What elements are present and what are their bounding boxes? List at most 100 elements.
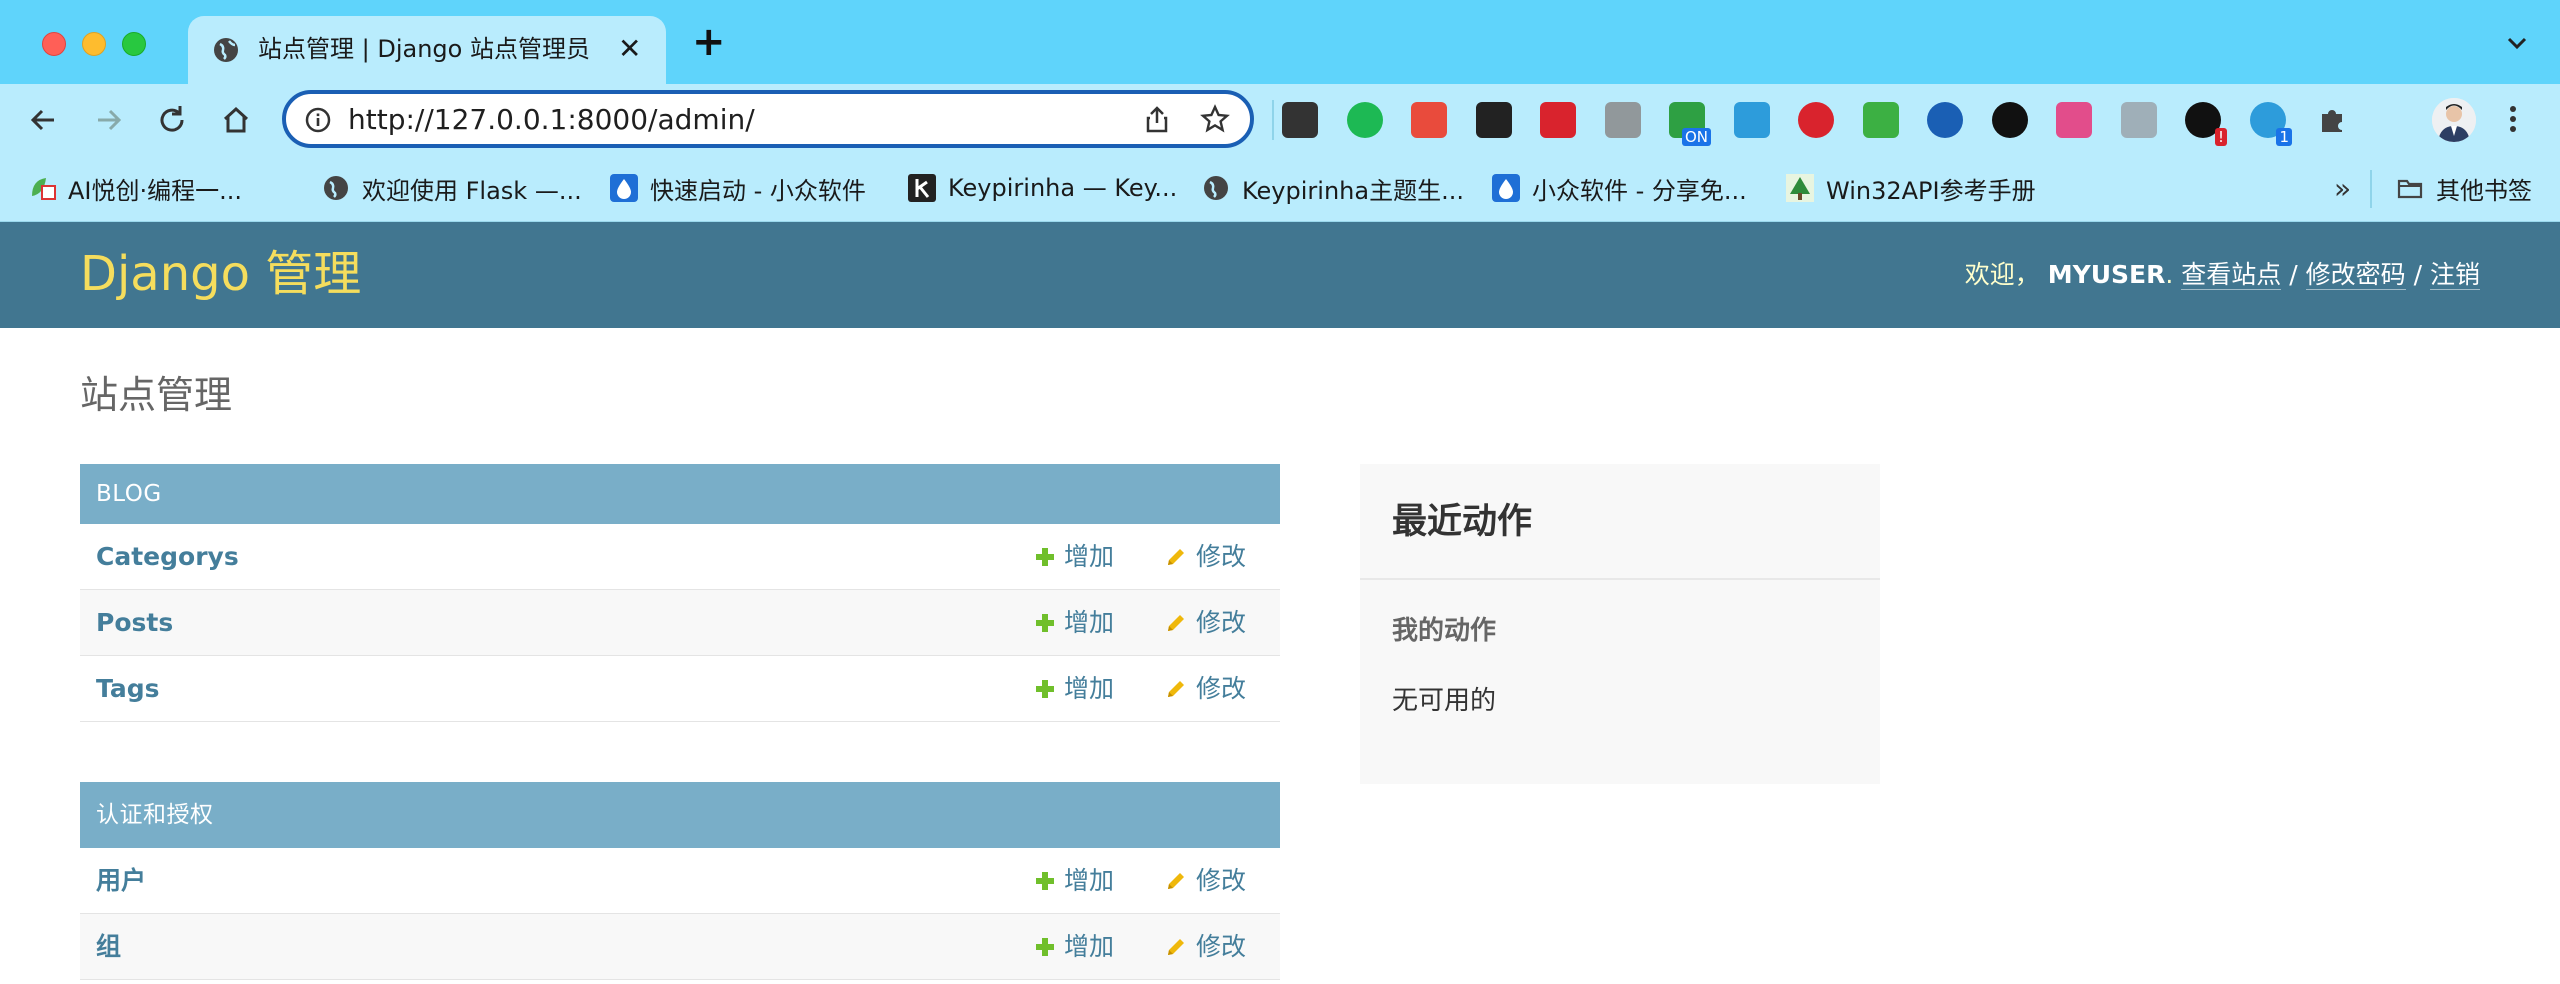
add-link[interactable]: 增加 [1034,540,1114,574]
model-link[interactable]: Categorys [96,540,239,574]
recent-actions-panel: 最近动作 我的动作 无可用的 [1360,464,1880,784]
chevron-down-icon[interactable] [2504,30,2530,56]
pinwheel-icon[interactable] [2056,102,2092,138]
change-link[interactable]: 修改 [1164,864,1246,898]
bird-icon[interactable]: ! [2185,102,2227,146]
reload-icon[interactable] [152,100,192,140]
model-link[interactable]: Posts [96,606,173,640]
active-tab[interactable]: 站点管理 | Django 站点管理员 ✕ [188,16,666,84]
pencil-icon [1168,549,1184,565]
tampermonkey-icon[interactable] [1476,102,1512,138]
close-window-button[interactable] [42,32,66,56]
bookmark-label: 快速启动 - 小众软件 [650,176,866,205]
url-text[interactable]: http://127.0.0.1:8000/admin/ [348,102,755,138]
bookmark-label: 欢迎使用 Flask —... [362,176,582,205]
model-row-categorys: Categorys 增加 修改 [80,524,1280,590]
extension-badge: ! [2214,128,2227,146]
home-icon[interactable] [216,100,256,140]
more-menu-icon[interactable] [2508,104,2518,134]
drop-icon [610,174,638,202]
model-link[interactable]: Tags [96,672,159,706]
change-password-link[interactable]: 修改密码 [2305,260,2406,290]
back-arrow-icon[interactable] [24,100,64,140]
bookmark-label: AI悦创·编程一... [68,176,243,205]
translate-icon[interactable]: 1 [2250,102,2292,146]
app-caption[interactable]: 认证和授权 [80,782,1280,848]
bookmark-item[interactable]: Win32API参考手册 [1786,170,2036,206]
bookmark-item[interactable]: Keypirinha主题生... [1202,170,1464,206]
pencil-icon [1168,873,1184,889]
page-title: 站点管理 [80,373,233,417]
forward-arrow-icon[interactable] [88,100,128,140]
profile-avatar[interactable] [2432,98,2476,142]
change-link[interactable]: 修改 [1164,930,1246,964]
model-link[interactable]: 组 [96,930,121,964]
tree-icon [1786,174,1814,202]
zoom-window-button[interactable] [122,32,146,56]
change-label: 修改 [1196,866,1247,895]
change-label: 修改 [1196,932,1247,961]
new-tab-button[interactable]: + [692,22,726,62]
bookmark-item[interactable]: 快速启动 - 小众软件 [610,170,866,206]
change-link[interactable]: 修改 [1164,672,1246,706]
tab-title: 站点管理 | Django 站点管理员 [258,35,590,63]
shield-check-icon[interactable] [1863,102,1899,138]
bookmark-item[interactable]: 欢迎使用 Flask —... [322,170,582,206]
model-link[interactable]: 用户 [96,864,146,898]
bookmark-item[interactable]: Keypirinha — Key... [908,170,1177,206]
change-label: 修改 [1196,608,1247,637]
camera-icon[interactable] [1605,102,1641,138]
plus-icon [1036,548,1054,566]
view-site-link[interactable]: 查看站点 [2181,260,2282,290]
x-icon[interactable] [1282,102,1318,138]
add-label: 增加 [1064,932,1115,961]
nuxt-icon[interactable] [1347,102,1383,138]
more-bookmarks-button[interactable]: » [2334,172,2351,205]
add-label: 增加 [1064,866,1115,895]
add-label: 增加 [1064,608,1115,637]
info-on-icon[interactable]: ON [1669,102,1711,146]
logout-link[interactable]: 注销 [2429,260,2480,290]
leaf-calendar-icon [32,178,56,200]
model-row-posts: Posts 增加 修改 [80,590,1280,656]
django-header: Django 管理 欢迎， MYUSER. 查看站点 / 修改密码 / 注销 [0,222,2560,328]
grid-icon[interactable] [1411,102,1447,138]
other-bookmarks-folder[interactable]: 其他书签 [2396,170,2532,206]
info-icon[interactable] [304,106,332,134]
browser-toolbar: http://127.0.0.1:8000/admin/ [0,84,2560,156]
close-tab-icon[interactable]: ✕ [618,32,641,66]
globe-icon [1204,176,1228,200]
bookmark-item[interactable]: AI悦创·编程一... [28,170,242,206]
user-tools: 欢迎， MYUSER. 查看站点 / 修改密码 / 注销 [1965,258,2480,292]
separator: / [2413,260,2423,289]
app-caption[interactable]: BLOG [80,464,1280,524]
model-row-users: 用户 增加 修改 [80,848,1280,914]
triangle-icon[interactable] [1927,102,1963,138]
star-icon[interactable] [1200,104,1230,134]
share-icon[interactable] [1142,104,1172,134]
bookmark-item[interactable]: 小众软件 - 分享免... [1492,170,1747,206]
address-bar[interactable]: http://127.0.0.1:8000/admin/ [282,90,1254,148]
github-icon[interactable] [1992,102,2028,138]
add-link[interactable]: 增加 [1034,864,1114,898]
change-label: 修改 [1196,542,1247,571]
site-brand[interactable]: Django 管理 [80,246,361,302]
app-module-blog: BLOG Categorys 增加 修改 Posts 增加 修改 Tags 增加 [80,464,1280,722]
fe-icon[interactable] [1540,102,1576,138]
bookmark-label: Keypirinha — Key... [948,174,1178,202]
globe-icon [324,176,348,200]
plus-icon [1036,614,1054,632]
globe-icon [214,38,238,62]
change-link[interactable]: 修改 [1164,606,1246,640]
add-link[interactable]: 增加 [1034,672,1114,706]
puzzle-icon[interactable] [2314,102,2350,138]
drop-icon [1492,174,1520,202]
add-link[interactable]: 增加 [1034,930,1114,964]
change-link[interactable]: 修改 [1164,540,1246,574]
adblock-icon[interactable] [1798,102,1834,138]
cat-icon[interactable] [1734,102,1770,138]
minimize-window-button[interactable] [82,32,106,56]
pencil-icon [1168,681,1184,697]
add-link[interactable]: 增加 [1034,606,1114,640]
gitzip-icon[interactable] [2121,102,2157,138]
